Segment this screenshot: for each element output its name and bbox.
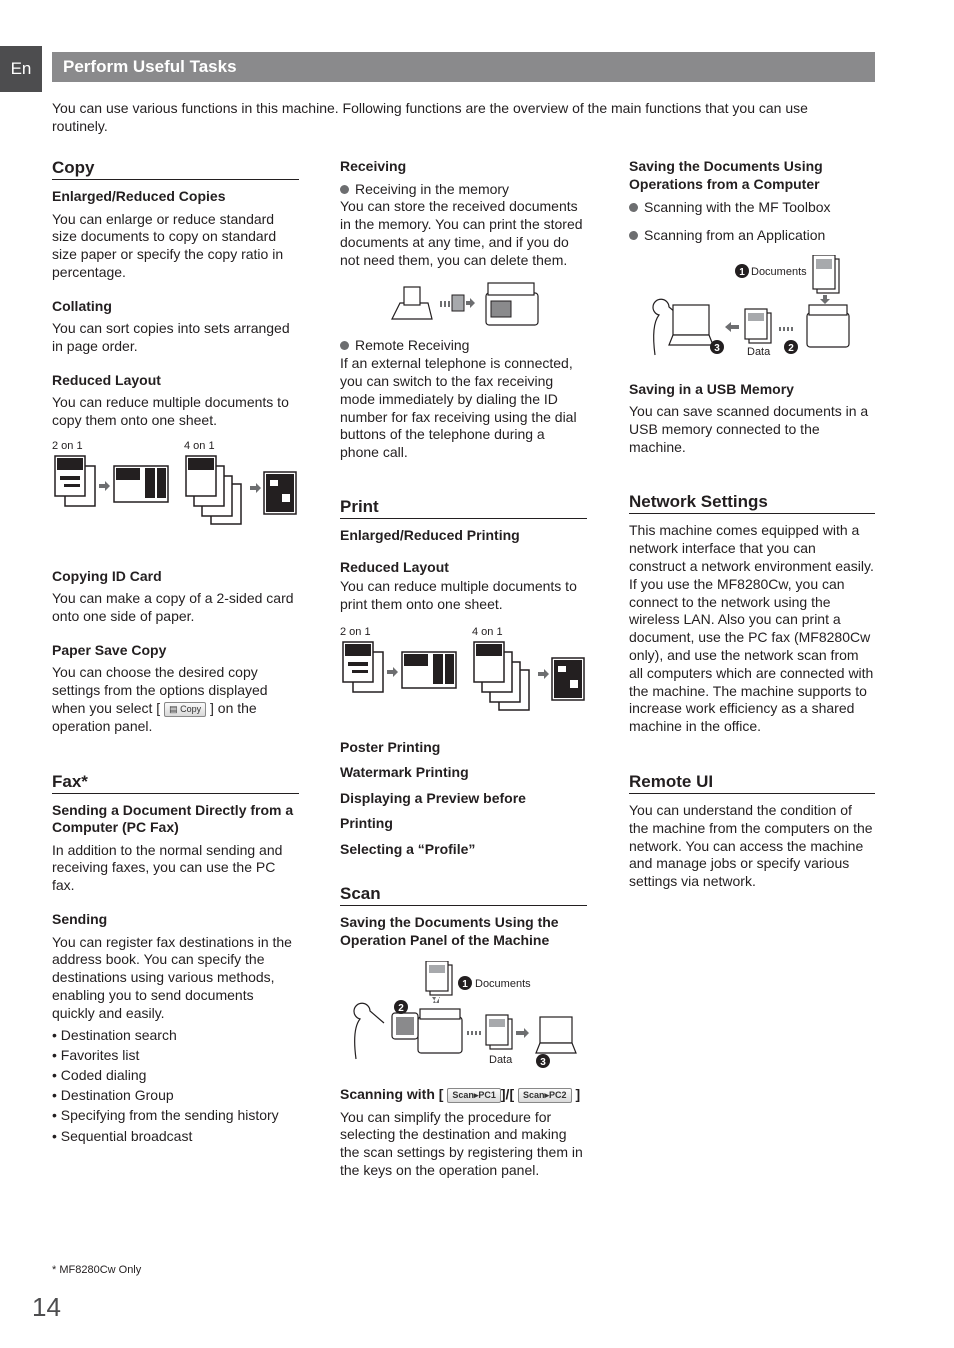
heading-scan-panel: Saving the Documents Using the Operation… (340, 914, 559, 948)
text-id-card: You can make a copy of a 2-sided card on… (52, 590, 294, 625)
step-2-badge: 2 (398, 1003, 404, 1014)
step-1-badge: 1 (462, 979, 468, 990)
column-3: Saving the Documents Using Operations fr… (629, 158, 875, 891)
step-2-badge: 2 (788, 343, 794, 354)
list-item: Destination search (52, 1025, 299, 1045)
heading-scan-computer: Saving the Documents Using Operations fr… (629, 158, 823, 192)
label-2on1: 2 on 1 (52, 439, 83, 452)
section-title-copy: Copy (52, 158, 299, 180)
text-reduced-layout-print: You can reduce multiple documents to pri… (340, 578, 577, 612)
list-item: Favorites list (52, 1045, 299, 1065)
reduced-layout-print-illustration: 2 on 1 4 on 1 (340, 626, 587, 746)
bullet-mf-toolbox: Scanning with the MF Toolbox (629, 199, 875, 217)
bullet-label: Remote Receiving (355, 337, 470, 354)
label-4on1: 4 on 1 (184, 439, 215, 452)
bullet-icon (340, 184, 349, 194)
fax-to-printer-illustration (391, 282, 539, 327)
language-tab[interactable]: En (0, 46, 42, 92)
column-2: Receiving Receiving in the memory You ca… (340, 158, 587, 1180)
text-receiving-memory: You can store the received documents in … (340, 198, 583, 268)
bullet-receiving-memory: Receiving in the memory (340, 181, 587, 199)
scan-panel-diagram: 1 2 3 Documents Data (353, 961, 577, 1069)
text-usb-memory: You can save scanned documents in a USB … (629, 403, 869, 455)
scan-keys-separator: ]/[ (500, 1086, 515, 1103)
bullet-icon (340, 341, 349, 351)
text-pc-fax: In addition to the normal sending and re… (52, 841, 283, 894)
bullet-remote-receiving: Remote Receiving (340, 337, 587, 355)
heading-enlarged-printing: Enlarged/Reduced Printing (340, 527, 520, 544)
footnote: * MF8280Cw Only (52, 1264, 142, 1276)
heading-watermark-printing: Watermark Printing (340, 764, 469, 781)
text-sending: You can register fax destinations in the… (52, 933, 292, 1021)
copy-key-label: Copy (180, 704, 202, 715)
heading-preview-before: Displaying a Preview before (340, 789, 526, 806)
section-title-remote-ui: Remote UI (629, 772, 875, 795)
section-title-scan: Scan (340, 884, 587, 907)
scan-computer-illustration: 1 2 3 Documents Data (629, 254, 875, 365)
heading-collating: Collating (52, 297, 112, 314)
heading-sending: Sending (52, 911, 108, 928)
heading-receiving: Receiving (340, 158, 407, 174)
data-label: Data (747, 346, 771, 358)
heading-id-card: Copying ID Card (52, 567, 162, 584)
bullet-label: Scanning with the MF Toolbox (644, 199, 831, 215)
reduced-layout-copy-illustration: 2 on 1 4 on 1 (52, 440, 299, 560)
heading-enlarged-copies: Enlarged/Reduced Copies (52, 188, 226, 204)
scan-pc2-key: Scan▸PC2 (518, 1088, 572, 1104)
nup-copy-diagram (54, 455, 297, 525)
page-number: 14 (32, 1292, 61, 1322)
scan-computer-diagram: 1 2 3 Documents Data (652, 254, 850, 358)
text-remote-ui: You can understand the condition of the … (629, 802, 873, 890)
list-item: Specifying from the sending history (52, 1105, 299, 1125)
bullet-scan-application: Scanning from an Application (629, 227, 875, 245)
section-title-network: Network Settings (629, 492, 875, 515)
copy-key-icon: ▤ (169, 704, 178, 715)
text-enlarged-copies: You can enlarge or reduce standard size … (52, 210, 284, 280)
text-collating: You can sort copies into sets arranged i… (52, 320, 290, 354)
heading-preview-printing: Printing (340, 815, 393, 832)
scan-keys-prefix: Scanning with [ (340, 1086, 444, 1103)
text-paper-save: You can choose the desired copy settings… (52, 664, 299, 735)
list-item: Sequential broadcast (52, 1126, 299, 1146)
heading-reduced-layout-copy: Reduced Layout (52, 371, 161, 388)
heading-paper-save: Paper Save Copy (52, 641, 167, 658)
text-reduced-layout-copy: You can reduce multiple documents to cop… (52, 394, 289, 429)
intro-text: You can use various functions in this ma… (52, 100, 808, 134)
step-1-badge: 1 (739, 267, 745, 278)
text-remote-receiving: If an external telephone is connected, y… (340, 355, 577, 461)
section-title-print: Print (340, 497, 587, 520)
text-network: This machine comes equipped with a netwo… (629, 522, 874, 735)
bullet-label: Receiving in the memory (355, 180, 510, 197)
scan-keys-suffix: ] (575, 1086, 581, 1103)
bullet-label: Scanning from an Application (644, 226, 826, 243)
list-item: Coded dialing (52, 1065, 299, 1085)
heading-selecting-profile: Selecting a “Profile” (340, 840, 476, 857)
heading-scan-keys: Scanning with [ Scan▸PC1]/[ Scan▸PC2 ] (340, 1086, 587, 1104)
section-title-fax: Fax* (52, 772, 299, 794)
nup-print-diagram (342, 640, 585, 711)
documents-label: Documents (475, 978, 531, 990)
heading-reduced-layout-print: Reduced Layout (340, 558, 449, 575)
scan-pc1-key: Scan▸PC1 (447, 1088, 501, 1104)
bullet-icon (629, 203, 638, 212)
page-title: Perform Useful Tasks (52, 52, 875, 82)
list-item: Destination Group (52, 1085, 299, 1105)
column-1: Copy Enlarged/Reduced Copies You can enl… (52, 158, 299, 1146)
step-3-badge: 3 (714, 343, 720, 354)
text-scan-keys: You can simplify the procedure for selec… (340, 1108, 583, 1179)
sending-methods-list: Destination search Favorites list Coded … (52, 1025, 299, 1146)
scan-panel-illustration: 1 2 3 Documents Data (340, 961, 587, 1086)
label-4on1: 4 on 1 (472, 625, 503, 638)
heading-pc-fax: Sending a Document Directly from a Compu… (52, 801, 294, 836)
step-3-badge: 3 (540, 1057, 546, 1068)
documents-label: Documents (751, 266, 807, 278)
bullet-icon (629, 230, 638, 240)
label-2on1: 2 on 1 (340, 625, 371, 638)
copy-key: ▤ Copy (164, 702, 207, 718)
heading-usb-memory: Saving in a USB Memory (629, 380, 794, 397)
data-label: Data (489, 1054, 513, 1066)
